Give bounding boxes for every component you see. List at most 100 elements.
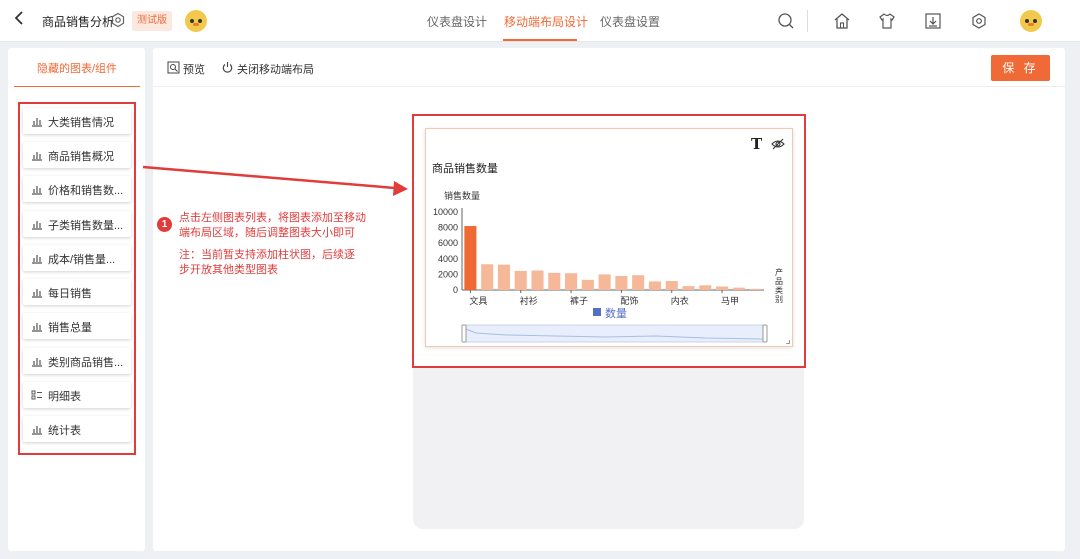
x-axis-label-char: 品: [775, 277, 783, 286]
bar-chart-icon: [32, 323, 42, 332]
bar: [716, 286, 729, 290]
zoom-slider-track: [463, 324, 767, 343]
component-item[interactable]: 商品销售概况: [23, 142, 131, 168]
component-label: 每日销售: [48, 288, 92, 300]
tab-dashboard-design[interactable]: 仪表盘设计: [427, 13, 487, 30]
preview-label: 预览: [183, 64, 205, 76]
x-axis-label-char: 别: [775, 295, 783, 304]
component-item[interactable]: 类别商品销售...: [23, 348, 131, 374]
legend-swatch: [593, 308, 601, 316]
y-tick-label: 2000: [438, 269, 458, 279]
mobile-layout-area[interactable]: [413, 367, 804, 529]
y-tick-label: 10000: [433, 207, 458, 217]
y-tick-label: 4000: [438, 254, 458, 264]
x-tick-label: 裤子: [570, 295, 588, 306]
x-tick-label: 衬衫: [520, 295, 538, 306]
hidden-components-title[interactable]: 隐藏的图表/组件: [14, 60, 140, 87]
bar: [464, 226, 477, 290]
bar: [632, 275, 645, 290]
gear-icon[interactable]: [969, 11, 989, 31]
toolbar-divider: [153, 86, 1065, 87]
component-item[interactable]: 每日销售: [23, 279, 131, 305]
bar: [548, 272, 561, 290]
y-axis-label: 销售数量: [444, 190, 480, 201]
y-tick-label: 0: [453, 285, 458, 295]
bar-chart-icon: [32, 255, 42, 264]
component-item[interactable]: 成本/销售量...: [23, 245, 131, 271]
bar-chart-icon: [32, 358, 42, 367]
bar: [565, 273, 578, 290]
component-label: 大类销售情况: [48, 117, 114, 129]
annotation-line: 点击左侧图表列表，将图表添加至移动: [179, 212, 366, 224]
tab-mobile-layout-design[interactable]: 移动端布局设计: [504, 13, 588, 30]
bar: [598, 274, 611, 290]
shirt-icon[interactable]: [877, 11, 897, 31]
bar: [481, 264, 494, 290]
power-icon: [222, 62, 233, 73]
component-item[interactable]: 明细表: [23, 382, 131, 408]
step-number-badge: 1: [157, 217, 172, 232]
bar: [531, 270, 544, 290]
zoom-handle-left[interactable]: [461, 324, 467, 343]
x-tick-label: 马甲: [721, 296, 739, 306]
bar-chart-icon: [32, 152, 42, 161]
bar: [665, 281, 678, 290]
component-label: 子类销售数量...: [48, 220, 124, 232]
bar-chart-icon: [32, 186, 42, 195]
test-badge: 测试版: [132, 11, 172, 31]
active-tab-indicator: [503, 39, 577, 41]
resize-handle[interactable]: [786, 340, 790, 344]
save-button[interactable]: 保 存: [991, 55, 1050, 81]
bar: [648, 281, 661, 290]
app-title: 商品销售分析: [42, 15, 115, 29]
bar: [732, 287, 745, 290]
bar: [514, 270, 527, 290]
x-tick-label: 内衣: [671, 295, 689, 306]
y-tick-label: 6000: [438, 238, 458, 248]
zoom-handle-right[interactable]: [762, 324, 768, 343]
close-mobile-layout-label: 关闭移动端布局: [237, 64, 314, 76]
app-avatar: [185, 10, 207, 32]
tab-dashboard-settings[interactable]: 仪表盘设置: [600, 13, 660, 30]
annotation-instruction: 点击左侧图表列表，将图表添加至移动 端布局区域，随后调整图表大小即可: [179, 211, 366, 241]
x-axis-label-char: 类: [775, 285, 783, 295]
bar: [497, 264, 510, 290]
bar-chart-icon: [32, 289, 42, 298]
component-label: 明细表: [48, 391, 81, 403]
bar: [581, 279, 594, 290]
annotation-note-line: 注：当前暂支持添加柱状图，后续逐: [179, 249, 355, 261]
user-avatar[interactable]: [1020, 10, 1042, 32]
toolbar-divider: [807, 10, 808, 32]
bar: [615, 275, 628, 290]
top-bar: 商品销售分析 测试版 仪表盘设计 移动端布局设计 仪表盘设置: [0, 0, 1080, 42]
component-item[interactable]: 价格和销售数...: [23, 176, 131, 202]
bar-chart: 销售数量 0 2000 4000 6000 8000 10000 文具 衬衫 裤子 配饰 内衣 马甲 产品…: [433, 190, 783, 343]
component-label: 价格和销售数...: [48, 185, 124, 197]
component-label: 成本/销售量...: [48, 254, 116, 266]
detail-table-icon: [31, 390, 42, 400]
back-arrow-icon[interactable]: [12, 10, 32, 30]
settings-icon[interactable]: [110, 12, 126, 28]
component-item[interactable]: 大类销售情况: [23, 108, 131, 134]
y-tick-label: 8000: [438, 223, 458, 233]
bar: [682, 286, 695, 290]
search-icon[interactable]: [776, 11, 796, 31]
component-item[interactable]: 销售总量: [23, 313, 131, 339]
annotation-line: 端布局区域，随后调整图表大小即可: [179, 227, 355, 239]
annotation-note: 注：当前暂支持添加柱状图，后续逐 步开放其他类型图表: [179, 248, 355, 278]
download-icon[interactable]: [923, 11, 943, 31]
component-item[interactable]: 统计表: [23, 416, 131, 442]
preview-icon: [167, 61, 180, 74]
x-axis-label-char: 产: [775, 267, 783, 277]
component-label: 商品销售概况: [48, 151, 114, 163]
component-label: 类别商品销售...: [48, 357, 124, 369]
annotation-note-line: 步开放其他类型图表: [179, 264, 278, 276]
bar: [749, 288, 762, 290]
component-item[interactable]: 子类销售数量...: [23, 211, 131, 237]
home-icon[interactable]: [832, 11, 852, 31]
legend-label: 数量: [605, 307, 627, 320]
chart-card[interactable]: T 商品销售数量 销售数量 0 2000 4000 6000 8000 10000 文具 衬衫裤…: [425, 128, 793, 347]
bar-chart-icon: [32, 118, 42, 127]
x-tick-label: 文具: [469, 295, 487, 306]
bar: [699, 285, 712, 290]
